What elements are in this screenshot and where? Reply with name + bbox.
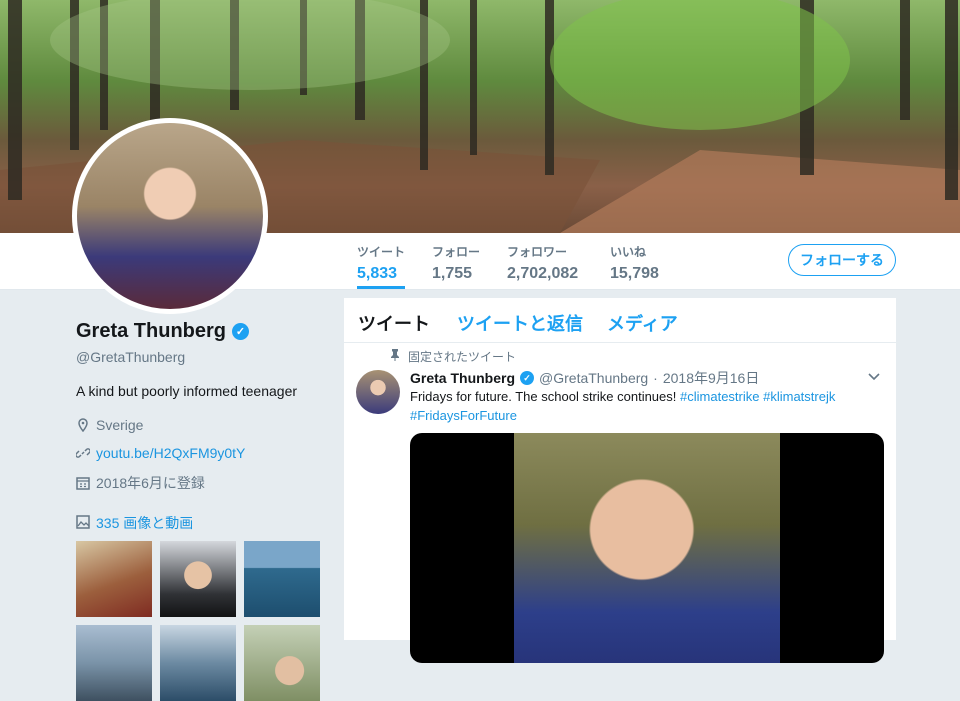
profile-bio: A kind but poorly informed teenager [76, 383, 298, 399]
avatar-photo [77, 123, 263, 309]
stat-followers[interactable]: フォロワー 2,702,082 [507, 243, 578, 283]
tweet-avatar[interactable] [356, 370, 400, 414]
timeline-tabs: ツイート ツイートと返信 メディア [344, 298, 896, 343]
profile-name-row: Greta Thunberg ✓ [76, 320, 326, 343]
media-thumbnail[interactable] [160, 541, 236, 617]
tab-tweets-and-replies[interactable]: ツイートと返信 [457, 310, 583, 336]
tab-tweets[interactable]: ツイート [358, 310, 430, 336]
tweet-author-handle[interactable]: @GretaThunberg [539, 370, 648, 386]
tweet-body: Fridays for future. The school strike co… [410, 389, 677, 404]
profile-joined: 2018年6月に登録 [76, 473, 326, 493]
tweet-header: Greta Thunberg ✓ @GretaThunberg · 2018年9… [410, 368, 880, 388]
stat-followers-value: 2,702,082 [507, 265, 579, 282]
media-thumbnail[interactable] [160, 625, 236, 701]
tab-media[interactable]: メディア [607, 310, 678, 336]
stat-tweets-label: ツイート [357, 245, 406, 259]
pinned-tweet-label: 固定されたツイート [390, 348, 516, 365]
location-pin-icon [76, 418, 90, 432]
hashtag-link[interactable]: #climatestrike [680, 389, 759, 404]
stat-likes-value: 15,798 [610, 265, 659, 282]
stat-likes-label: いいね [610, 245, 647, 259]
profile-avatar[interactable] [72, 118, 268, 314]
video-frame [514, 433, 780, 663]
stat-tweets-value: 5,833 [357, 265, 398, 282]
stat-tweets[interactable]: ツイート 5,833 [357, 243, 406, 289]
profile-handle[interactable]: @GretaThunberg [76, 349, 326, 365]
media-thumbnail[interactable] [244, 541, 320, 617]
stat-followers-label: フォロワー [507, 245, 568, 259]
profile-url: youtu.be/H2QxFM9y0tY [76, 445, 326, 461]
tweet-author-name[interactable]: Greta Thunberg [410, 370, 515, 386]
stat-following[interactable]: フォロー 1,755 [432, 243, 480, 283]
tweet-separator: · [653, 370, 658, 386]
stat-likes[interactable]: いいね 15,798 [610, 243, 659, 283]
location-text: Sverige [96, 417, 144, 433]
media-thumbnails [76, 541, 326, 701]
link-icon [76, 446, 90, 460]
pin-icon [390, 349, 400, 364]
tweet-date[interactable]: 2018年9月16日 [663, 368, 760, 388]
tweet-text: Fridays for future. The school strike co… [410, 387, 870, 425]
media-thumbnail[interactable] [76, 541, 152, 617]
profile-card: Greta Thunberg ✓ @GretaThunberg A kind b… [76, 320, 326, 701]
profile-location: Sverige [76, 417, 326, 433]
profile-url-link[interactable]: youtu.be/H2QxFM9y0tY [96, 445, 245, 461]
timeline-panel: ツイート ツイートと返信 メディア 固定されたツイート Greta Thunbe… [344, 298, 896, 663]
verified-badge-icon: ✓ [232, 323, 250, 340]
media-thumbnail[interactable] [244, 625, 320, 701]
media-gallery-link[interactable]: 335 画像と動画 [76, 513, 326, 533]
stat-following-label: フォロー [432, 245, 481, 259]
media-gallery-icon [76, 514, 90, 532]
hashtag-link[interactable]: #FridaysForFuture [410, 408, 517, 423]
calendar-icon [76, 476, 90, 490]
media-gallery-label: 335 画像と動画 [96, 515, 194, 531]
hashtag-link[interactable]: #klimatstrejk [763, 389, 835, 404]
media-thumbnail[interactable] [76, 625, 152, 701]
tweet-video[interactable] [410, 433, 884, 663]
follow-button[interactable]: フォローする [788, 244, 896, 276]
stat-following-value: 1,755 [432, 265, 473, 282]
profile-name[interactable]: Greta Thunberg [76, 320, 226, 343]
verified-badge-icon: ✓ [520, 371, 535, 385]
chevron-down-icon[interactable] [868, 368, 880, 384]
pinned-text: 固定されたツイート [408, 350, 517, 364]
joined-text: 2018年6月に登録 [96, 475, 205, 491]
